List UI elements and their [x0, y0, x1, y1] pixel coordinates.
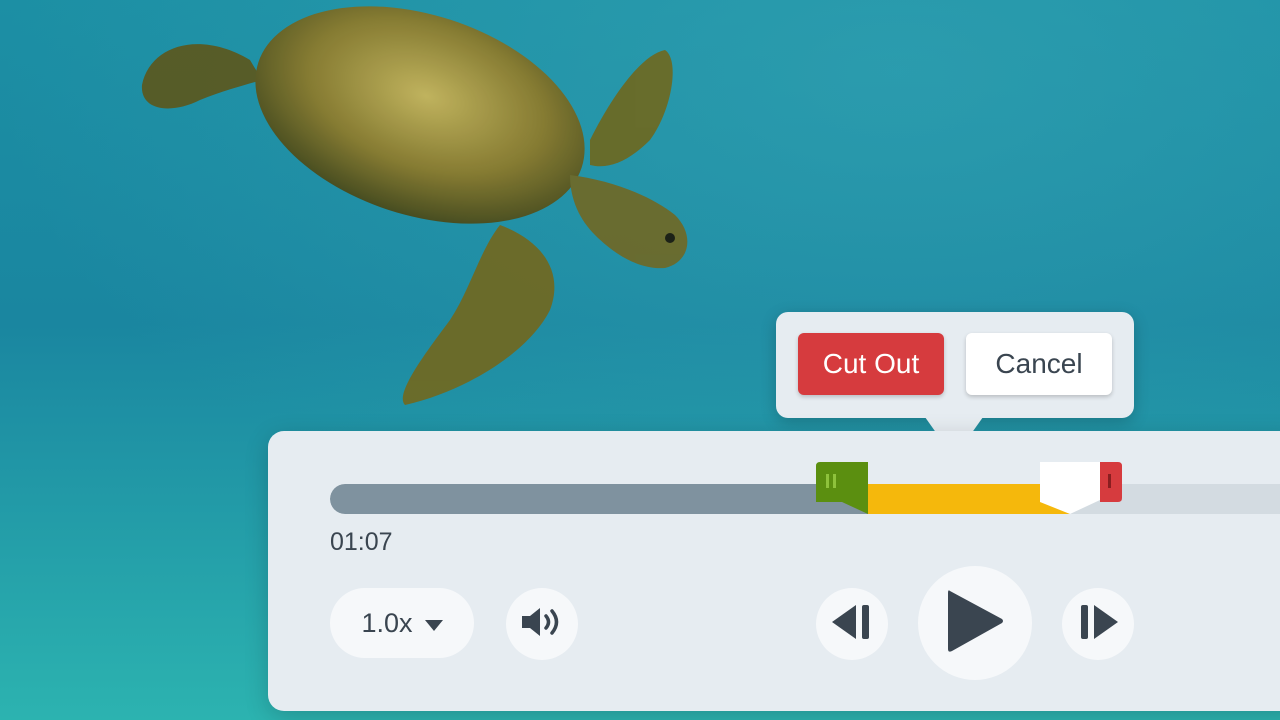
cancel-button[interactable]: Cancel [966, 333, 1112, 395]
play-button[interactable] [918, 566, 1032, 680]
speed-label: 1.0x [361, 607, 413, 638]
player-controls-panel [268, 431, 1280, 711]
skip-back-icon [832, 604, 872, 644]
skip-forward-icon [1078, 604, 1118, 644]
speaker-icon [520, 606, 564, 643]
chevron-down-icon [424, 608, 443, 639]
playback-speed-dropdown[interactable]: 1.0x [330, 588, 474, 658]
timeline-played [330, 484, 869, 514]
current-time: 01:07 [330, 528, 393, 556]
volume-button[interactable] [506, 588, 578, 660]
play-icon [946, 589, 1004, 658]
timeline-track[interactable] [330, 484, 1280, 514]
cut-out-button[interactable]: Cut Out [798, 333, 944, 395]
selection-start-handle[interactable] [816, 462, 869, 514]
next-button[interactable] [1062, 588, 1134, 660]
selection-end-handle[interactable] [1039, 462, 1122, 514]
previous-button[interactable] [816, 588, 888, 660]
